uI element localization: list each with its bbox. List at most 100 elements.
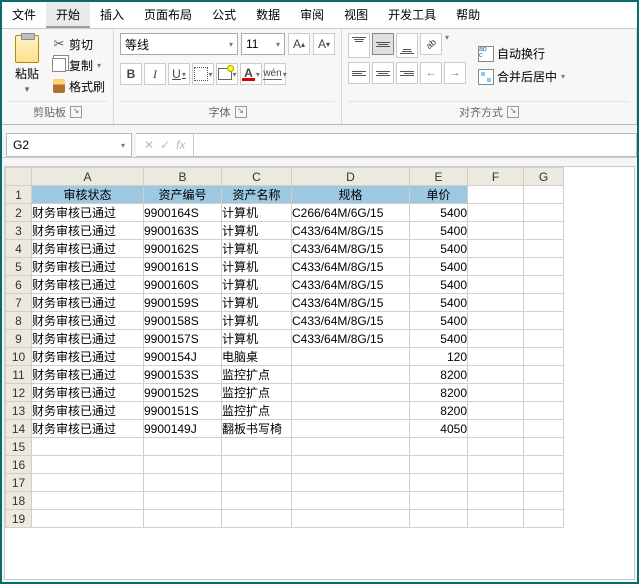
cell[interactable]: 9900157S xyxy=(144,330,222,348)
cell[interactable] xyxy=(468,258,524,276)
orientation-button[interactable] xyxy=(420,33,442,55)
cell[interactable] xyxy=(524,222,564,240)
cell[interactable] xyxy=(524,384,564,402)
align-left-button[interactable] xyxy=(348,62,370,84)
row-header-6[interactable]: 6 xyxy=(6,276,32,294)
cell[interactable]: 财务审核已通过 xyxy=(32,402,144,420)
cell[interactable] xyxy=(292,456,410,474)
align-top-button[interactable] xyxy=(348,33,370,58)
cell[interactable] xyxy=(468,294,524,312)
cell[interactable]: 监控扩点 xyxy=(222,384,292,402)
row-header-1[interactable]: 1 xyxy=(6,186,32,204)
cell[interactable]: 9900154J xyxy=(144,348,222,366)
cell[interactable]: 监控扩点 xyxy=(222,366,292,384)
cancel-icon[interactable]: ✕ xyxy=(144,138,154,152)
cell[interactable]: 5400 xyxy=(410,204,468,222)
select-all-corner[interactable] xyxy=(6,168,32,186)
bold-button[interactable]: B xyxy=(120,63,142,85)
cell[interactable] xyxy=(32,510,144,528)
cell[interactable] xyxy=(524,294,564,312)
header-cell[interactable]: 资产名称 xyxy=(222,186,292,204)
cell[interactable] xyxy=(292,510,410,528)
align-right-button[interactable] xyxy=(396,62,418,84)
cell[interactable]: 计算机 xyxy=(222,222,292,240)
cell[interactable]: 监控扩点 xyxy=(222,402,292,420)
cell[interactable]: 9900159S xyxy=(144,294,222,312)
cell[interactable]: 财务审核已通过 xyxy=(32,384,144,402)
font-name-select[interactable]: 等线▾ xyxy=(120,33,238,55)
row-header-9[interactable]: 9 xyxy=(6,330,32,348)
merge-center-button[interactable]: 合并后居中▾ xyxy=(476,67,567,86)
wrap-text-button[interactable]: abc自动换行 xyxy=(476,44,567,63)
cell[interactable] xyxy=(222,456,292,474)
cell[interactable]: 财务审核已通过 xyxy=(32,312,144,330)
border-button[interactable]: ▾ xyxy=(192,63,214,85)
cell[interactable] xyxy=(468,402,524,420)
sheet-area[interactable]: ABCDEFG1审核状态资产编号资产名称规格单价2财务审核已通过9900164S… xyxy=(4,166,635,580)
cell[interactable] xyxy=(468,456,524,474)
row-header-5[interactable]: 5 xyxy=(6,258,32,276)
cell[interactable] xyxy=(468,222,524,240)
cell[interactable] xyxy=(468,420,524,438)
cut-button[interactable]: ✂ 剪切 xyxy=(50,35,107,54)
cell[interactable]: 9900149J xyxy=(144,420,222,438)
cell[interactable]: 8200 xyxy=(410,384,468,402)
tab-file[interactable]: 文件 xyxy=(2,2,46,28)
row-header-2[interactable]: 2 xyxy=(6,204,32,222)
cell[interactable] xyxy=(524,186,564,204)
cell[interactable]: 财务审核已通过 xyxy=(32,222,144,240)
row-header-17[interactable]: 17 xyxy=(6,474,32,492)
increase-indent-button[interactable]: → xyxy=(444,62,466,84)
col-header-E[interactable]: E xyxy=(410,168,468,186)
cell[interactable]: 9900158S xyxy=(144,312,222,330)
cell[interactable]: 9900162S xyxy=(144,240,222,258)
fx-icon[interactable]: fx xyxy=(176,138,185,152)
cell[interactable]: 计算机 xyxy=(222,276,292,294)
cell[interactable]: 财务审核已通过 xyxy=(32,330,144,348)
cell[interactable] xyxy=(292,402,410,420)
cell[interactable]: 5400 xyxy=(410,276,468,294)
phonetic-button[interactable]: wén▾ xyxy=(264,63,286,85)
cell[interactable] xyxy=(524,276,564,294)
formula-input[interactable] xyxy=(194,133,637,157)
cell[interactable] xyxy=(292,366,410,384)
cell[interactable] xyxy=(292,384,410,402)
cell[interactable]: 翻板书写椅 xyxy=(222,420,292,438)
cell[interactable]: 5400 xyxy=(410,240,468,258)
cell[interactable]: 8200 xyxy=(410,366,468,384)
align-middle-button[interactable] xyxy=(372,33,394,55)
cell[interactable] xyxy=(524,402,564,420)
row-header-7[interactable]: 7 xyxy=(6,294,32,312)
cell[interactable]: 9900163S xyxy=(144,222,222,240)
cell[interactable]: 5400 xyxy=(410,294,468,312)
cell[interactable] xyxy=(468,492,524,510)
cell[interactable]: 9900152S xyxy=(144,384,222,402)
cell[interactable]: 4050 xyxy=(410,420,468,438)
cell[interactable]: 5400 xyxy=(410,330,468,348)
row-header-16[interactable]: 16 xyxy=(6,456,32,474)
col-header-A[interactable]: A xyxy=(32,168,144,186)
row-header-12[interactable]: 12 xyxy=(6,384,32,402)
cell[interactable]: 9900151S xyxy=(144,402,222,420)
cell[interactable] xyxy=(32,474,144,492)
cell[interactable]: 计算机 xyxy=(222,204,292,222)
cell[interactable] xyxy=(524,366,564,384)
row-header-19[interactable]: 19 xyxy=(6,510,32,528)
cell[interactable] xyxy=(410,474,468,492)
cell[interactable] xyxy=(410,492,468,510)
cell[interactable] xyxy=(32,456,144,474)
cell[interactable] xyxy=(410,438,468,456)
align-launcher[interactable]: ↘ xyxy=(507,106,519,118)
cell[interactable] xyxy=(524,204,564,222)
cell[interactable]: 9900164S xyxy=(144,204,222,222)
cell[interactable] xyxy=(524,510,564,528)
cell[interactable] xyxy=(410,456,468,474)
row-header-11[interactable]: 11 xyxy=(6,366,32,384)
cell[interactable]: 财务审核已通过 xyxy=(32,240,144,258)
cell[interactable]: 5400 xyxy=(410,312,468,330)
tab-insert[interactable]: 插入 xyxy=(90,2,134,28)
cell[interactable]: 财务审核已通过 xyxy=(32,366,144,384)
cell[interactable]: 电脑桌 xyxy=(222,348,292,366)
cell[interactable]: 财务审核已通过 xyxy=(32,348,144,366)
format-painter-button[interactable]: 格式刷 xyxy=(50,77,107,96)
